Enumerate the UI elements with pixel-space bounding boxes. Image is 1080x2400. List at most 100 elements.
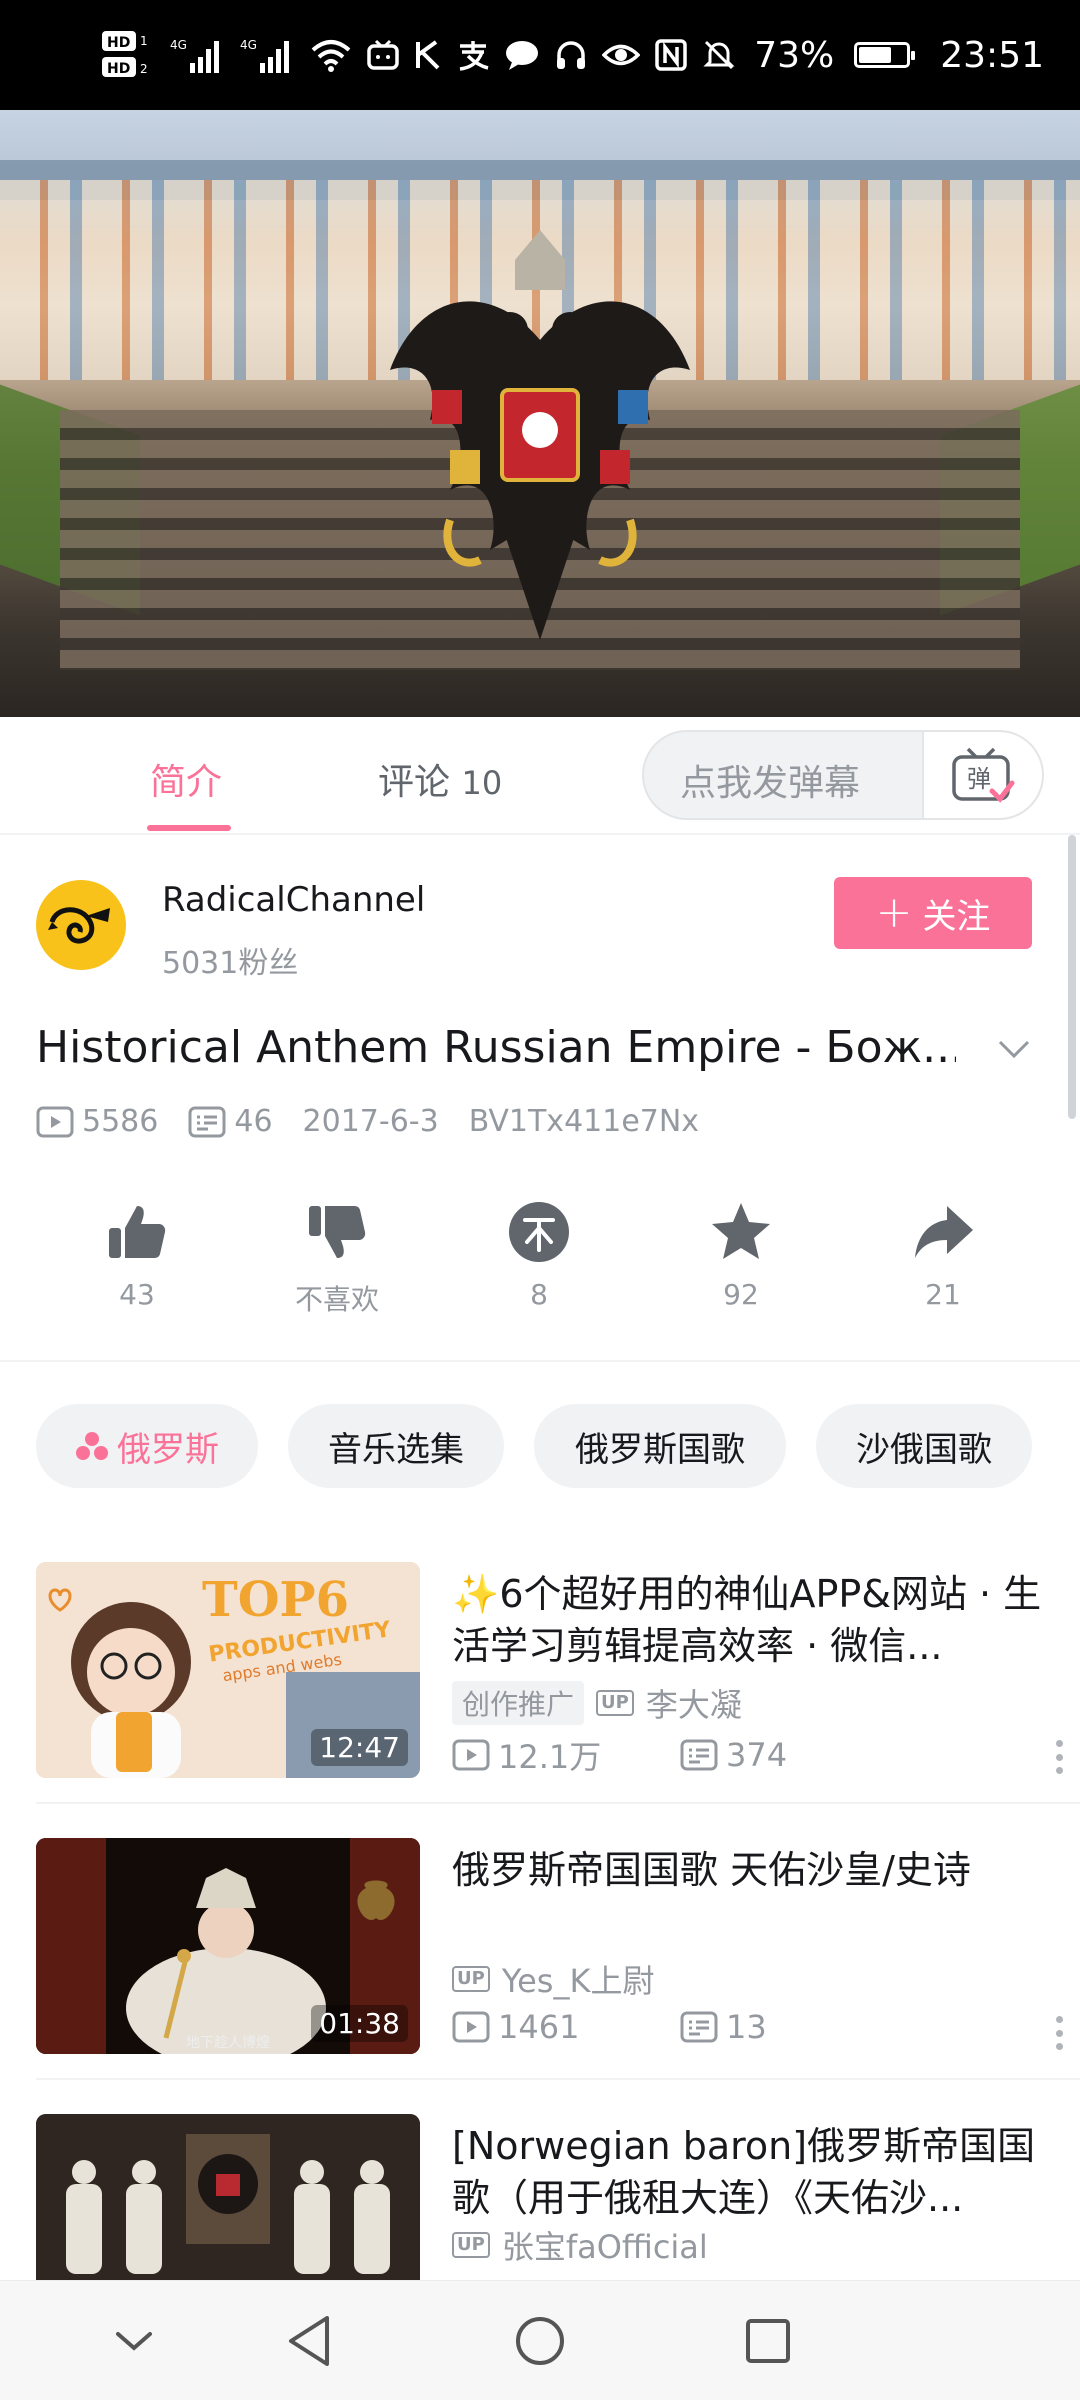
follow-label: 关注 — [922, 896, 991, 937]
video-player[interactable] — [0, 110, 1080, 717]
thumbnail-headline: TOP6 — [202, 1572, 350, 1628]
share-count: 21 — [925, 1278, 961, 1311]
view-count: 5586 — [36, 1104, 158, 1139]
thumbnail-art — [36, 2114, 420, 2280]
video-badges: UP 张宝faOfficial — [452, 2222, 708, 2268]
danmaku-count: 46 — [188, 1104, 273, 1139]
tag-item[interactable]: 俄罗斯国歌 — [534, 1404, 786, 1488]
video-meta: 5586 46 2017-6-3 BV1Tx411e7Nx — [36, 1104, 729, 1139]
more-options-icon[interactable] — [1054, 2016, 1064, 2050]
video-thumbnail: TOP6 PRODUCTIVITY apps and webs 12:47 — [36, 1562, 420, 1778]
tag-label: 俄罗斯国歌 — [575, 1429, 745, 1470]
tag-item[interactable]: 俄罗斯 — [36, 1404, 258, 1488]
danmaku-count-icon — [188, 1106, 226, 1137]
post-horn-logo-icon — [48, 907, 110, 944]
favorite-count: 92 — [723, 1278, 759, 1311]
danmaku-stat-value: 13 — [726, 2008, 767, 2046]
danmaku-input-box[interactable]: 点我发弹幕 弹 — [642, 730, 1044, 820]
promo-badge: 创作推广 — [452, 1681, 585, 1725]
tag-label: 沙俄国歌 — [856, 1429, 992, 1470]
alipay-icon — [456, 38, 490, 72]
uploader-avatar[interactable] — [36, 880, 126, 970]
recommended-video[interactable]: 地下趁人博煌 01:38 俄罗斯帝国国歌 天佑沙皇/史诗 UP Yes_K上尉 … — [0, 1838, 1080, 2114]
up-name[interactable]: 李大凝 — [646, 1680, 742, 1726]
like-button[interactable]: 43 — [72, 1200, 202, 1311]
tab-intro[interactable]: 简介 — [150, 753, 222, 805]
bilibili-tv-icon — [366, 38, 400, 72]
dislike-button[interactable]: 不喜欢 — [272, 1200, 402, 1318]
video-stats: 12.1万 374 — [452, 1732, 1032, 1778]
back-triangle-icon[interactable] — [280, 2311, 340, 2371]
system-navigation-bar — [0, 2280, 1080, 2400]
favorite-button[interactable]: 92 — [676, 1200, 806, 1311]
tag-item[interactable]: 音乐选集 — [288, 1404, 504, 1488]
list-divider — [36, 2078, 1080, 2080]
svg-text:弹: 弹 — [967, 765, 991, 793]
follow-button[interactable]: + 关注 — [834, 877, 1032, 949]
share-button[interactable]: 21 — [878, 1200, 1008, 1311]
recommended-video[interactable]: TOP6 PRODUCTIVITY apps and webs 12:47 ✨6… — [0, 1562, 1080, 1838]
danmaku-stat: 374 — [680, 1736, 787, 1774]
dislike-label: 不喜欢 — [294, 1283, 379, 1316]
eye-icon — [602, 38, 641, 72]
danmaku-toggle-button[interactable]: 弹 — [922, 732, 1042, 818]
uploader-name[interactable]: RadicalChannel — [162, 880, 425, 920]
chevron-down-icon[interactable] — [994, 1030, 1034, 1070]
video-title: 俄罗斯帝国国歌 天佑沙皇/史诗 — [452, 1848, 971, 1892]
coin-icon — [507, 1200, 571, 1264]
recents-square-icon[interactable] — [738, 2311, 798, 2371]
mute-bell-icon — [702, 38, 736, 72]
up-badge: UP — [452, 2232, 490, 2258]
view-stat-value: 1461 — [498, 2008, 580, 2046]
more-options-icon[interactable] — [1054, 1740, 1064, 1774]
danmaku-stat-value: 374 — [726, 1736, 788, 1774]
danmaku-stat: 13 — [680, 2008, 767, 2046]
up-badge: UP — [452, 1966, 490, 1992]
hd-sim-icon: HD HD 1 2 — [102, 29, 156, 81]
view-stat-value: 12.1万 — [498, 1738, 602, 1776]
play-count-icon — [36, 1106, 74, 1137]
bvid: BV1Tx411e7Nx — [468, 1104, 700, 1139]
wifi-icon — [310, 38, 352, 72]
headset-icon — [554, 38, 588, 72]
recommended-video[interactable]: [Norwegian baron]俄罗斯帝国国歌（用于俄租大连）《天佑沙... … — [0, 2114, 1080, 2280]
svg-text:HD: HD — [107, 35, 130, 51]
battery-icon — [854, 42, 916, 68]
uploader-fans: 5031粉丝 — [162, 946, 299, 981]
tag-label: 俄罗斯 — [117, 1429, 219, 1470]
view-count-value: 5586 — [82, 1104, 159, 1139]
danmaku-count-icon — [680, 1739, 718, 1771]
danmaku-count-icon — [680, 2011, 718, 2043]
svg-text:HD: HD — [107, 61, 130, 77]
tag-item[interactable]: 沙俄国歌 — [816, 1404, 1032, 1488]
svg-text:2: 2 — [140, 62, 148, 76]
action-bar: 43 不喜欢 8 92 21 — [0, 1200, 1080, 1340]
list-divider — [36, 1802, 1080, 1804]
tabs-divider — [0, 833, 1080, 835]
status-bar: HD HD 1 2 4G 4G 73% 23:51 — [0, 0, 1080, 110]
up-name[interactable]: Yes_K上尉 — [502, 1956, 655, 2002]
video-badges: UP Yes_K上尉 — [452, 1956, 654, 2002]
coin-button[interactable]: 8 — [474, 1200, 604, 1311]
scroll-indicator — [1068, 835, 1076, 1119]
plus-icon: + — [875, 887, 913, 938]
thumbnail-caption: 地下趁人博煌 — [186, 2035, 270, 2051]
view-stat: 1461 — [452, 2008, 579, 2046]
coin-count: 8 — [530, 1278, 548, 1311]
share-arrow-icon — [911, 1200, 975, 1264]
tab-comments-count: 10 — [461, 764, 503, 802]
imperial-eagle-emblem — [390, 230, 690, 640]
play-count-icon — [452, 1739, 490, 1771]
tab-comments[interactable]: 评论 10 — [378, 753, 502, 805]
tab-active-indicator — [147, 825, 231, 831]
video-stats: 1461 13 — [452, 2008, 1032, 2046]
home-circle-icon[interactable] — [510, 2311, 570, 2371]
k-app-icon — [414, 38, 442, 72]
play-count-icon — [452, 2011, 490, 2043]
up-name[interactable]: 张宝faOfficial — [502, 2222, 708, 2268]
danmaku-tv-icon: 弹 — [952, 747, 1015, 803]
danmaku-input[interactable]: 点我发弹幕 — [680, 754, 860, 806]
hide-nav-chevron-icon[interactable] — [104, 2311, 164, 2371]
thumbs-up-icon — [105, 1200, 169, 1264]
star-icon — [709, 1200, 773, 1264]
